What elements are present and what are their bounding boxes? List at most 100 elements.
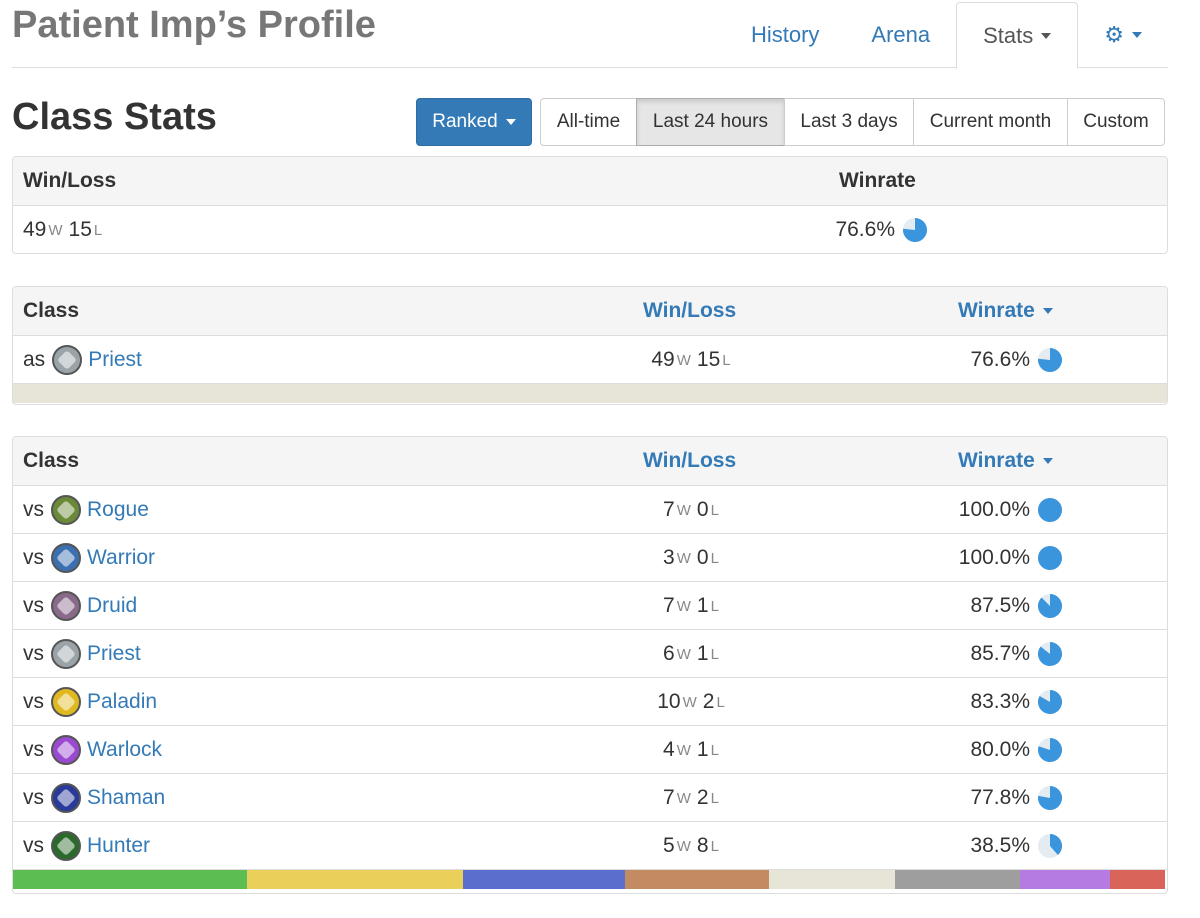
row-losses: 1 <box>696 642 709 665</box>
filter-all-time[interactable]: All-time <box>540 98 637 146</box>
losses-suffix: L <box>716 693 725 711</box>
wins-suffix: W <box>676 645 691 663</box>
row-wins: 7 <box>663 498 675 521</box>
vs-class-panel: Class Win/Loss Winrate vs Rogue 7W0L 100… <box>12 436 1168 894</box>
page-title: Patient Imp’s Profile <box>12 4 376 46</box>
col-winloss-header: Win/Loss <box>23 169 117 192</box>
row-winrate: 77.8% <box>970 786 1030 809</box>
summary-winloss: 49 W 15 L <box>23 206 102 253</box>
sort-down-icon <box>1042 458 1053 464</box>
wins-suffix: W <box>676 549 691 567</box>
class-emblem-icon <box>51 735 81 765</box>
row-losses: 1 <box>696 594 709 617</box>
row-prefix: vs <box>23 786 44 809</box>
row-wins: 49 <box>651 348 675 371</box>
row-winrate: 83.3% <box>970 690 1030 713</box>
winrate-pie-icon <box>1038 594 1062 618</box>
class-cell: vs Druid <box>23 582 137 630</box>
row-wins: 7 <box>663 786 675 809</box>
col-winloss-sort[interactable]: Win/Loss <box>643 437 736 485</box>
losses-suffix: L <box>710 837 719 855</box>
class-cell: vs Warlock <box>23 726 162 774</box>
tab-stats[interactable]: Stats <box>956 2 1079 69</box>
row-prefix: vs <box>23 834 44 857</box>
as-class-panel: Class Win/Loss Winrate as Priest 49 W 15 L … <box>12 286 1168 405</box>
class-cell: as Priest <box>23 336 142 384</box>
row-winrate: 85.7% <box>970 642 1030 665</box>
row-losses: 15 <box>696 348 721 371</box>
color-bar-segment <box>463 870 625 889</box>
wins-suffix: W <box>48 221 63 239</box>
class-link[interactable]: Rogue <box>87 498 149 522</box>
col-winrate-sort[interactable]: Winrate <box>958 437 1053 485</box>
class-link[interactable]: Priest <box>87 642 141 666</box>
section-title: Class Stats <box>12 96 217 138</box>
as-table-header-row: Class Win/Loss Winrate <box>13 287 1167 335</box>
filter-last-24-hours[interactable]: Last 24 hours <box>636 98 785 146</box>
row-losses: 8 <box>696 834 709 857</box>
class-link[interactable]: Priest <box>88 348 142 372</box>
table-row: vs Hunter 5W8L 38.5% <box>13 821 1167 869</box>
class-cell: vs Priest <box>23 630 141 678</box>
winrate-cell: 80.0% <box>970 726 1062 774</box>
class-link[interactable]: Shaman <box>87 786 165 810</box>
row-wins: 4 <box>663 738 675 761</box>
row-prefix: vs <box>23 498 44 521</box>
summary-wins: 49 <box>23 218 47 241</box>
ranked-dropdown-button[interactable]: Ranked <box>416 98 532 146</box>
vs-table-header-row: Class Win/Loss Winrate <box>13 437 1167 485</box>
winrate-cell: 77.8% <box>970 774 1062 822</box>
filter-custom[interactable]: Custom <box>1067 98 1165 146</box>
as-class-color-bar <box>13 383 1167 403</box>
row-wins: 5 <box>663 834 675 857</box>
tab-stats-label: Stats <box>983 22 1034 48</box>
col-winrate-label: Winrate <box>958 299 1035 322</box>
class-link[interactable]: Warlock <box>87 738 162 762</box>
class-cell: vs Paladin <box>23 678 157 726</box>
losses-suffix: L <box>710 645 719 663</box>
color-bar-segment <box>13 870 248 889</box>
class-link[interactable]: Hunter <box>87 834 150 858</box>
wins-suffix: W <box>676 351 691 369</box>
filter-all-time-label: All-time <box>556 111 621 132</box>
class-link[interactable]: Druid <box>87 594 137 618</box>
col-winrate-sort[interactable]: Winrate <box>958 287 1053 335</box>
wins-suffix: W <box>676 597 691 615</box>
row-wins: 3 <box>663 546 675 569</box>
filter-last-3-days-label: Last 3 days <box>800 111 898 132</box>
row-wins: 7 <box>663 594 675 617</box>
wins-suffix: W <box>682 693 697 711</box>
time-filter-group: All-time Last 24 hours Last 3 days Curre… <box>540 98 1165 146</box>
summary-winrate-value: 76.6% <box>835 218 895 241</box>
col-winloss-sort[interactable]: Win/Loss <box>643 287 736 335</box>
profile-nav: History Arena Stats ⚙ <box>725 2 1168 69</box>
class-link[interactable]: Paladin <box>87 690 157 714</box>
tab-arena[interactable]: Arena <box>845 2 956 68</box>
settings-dropdown[interactable]: ⚙ <box>1078 2 1168 68</box>
class-emblem-icon <box>51 639 81 669</box>
row-losses: 2 <box>696 786 709 809</box>
row-losses: 0 <box>696 546 709 569</box>
wins-suffix: W <box>676 837 691 855</box>
tab-history[interactable]: History <box>725 2 845 68</box>
color-bar-segment <box>247 870 464 889</box>
color-bar-segment <box>1020 870 1111 889</box>
summary-panel: Win/Loss Winrate 49 W 15 L 76.6% <box>12 156 1168 254</box>
class-emblem-icon <box>51 831 81 861</box>
class-distribution-bar <box>13 869 1167 889</box>
winrate-cell: 100.0% <box>959 534 1062 582</box>
class-cell: vs Rogue <box>23 486 149 534</box>
gear-icon: ⚙ <box>1104 22 1124 47</box>
winrate-pie-icon <box>903 218 927 242</box>
row-winrate: 100.0% <box>958 546 1030 569</box>
class-link[interactable]: Warrior <box>87 546 155 570</box>
filter-last-3-days[interactable]: Last 3 days <box>784 98 914 146</box>
row-prefix: vs <box>23 546 44 569</box>
winrate-cell: 87.5% <box>970 582 1062 630</box>
losses-suffix: L <box>710 789 719 807</box>
color-bar-segment <box>768 870 895 889</box>
table-row: vs Warlock 4W1L 80.0% <box>13 725 1167 773</box>
class-emblem-icon <box>51 783 81 813</box>
filter-current-month[interactable]: Current month <box>913 98 1068 146</box>
row-prefix: vs <box>23 690 44 713</box>
